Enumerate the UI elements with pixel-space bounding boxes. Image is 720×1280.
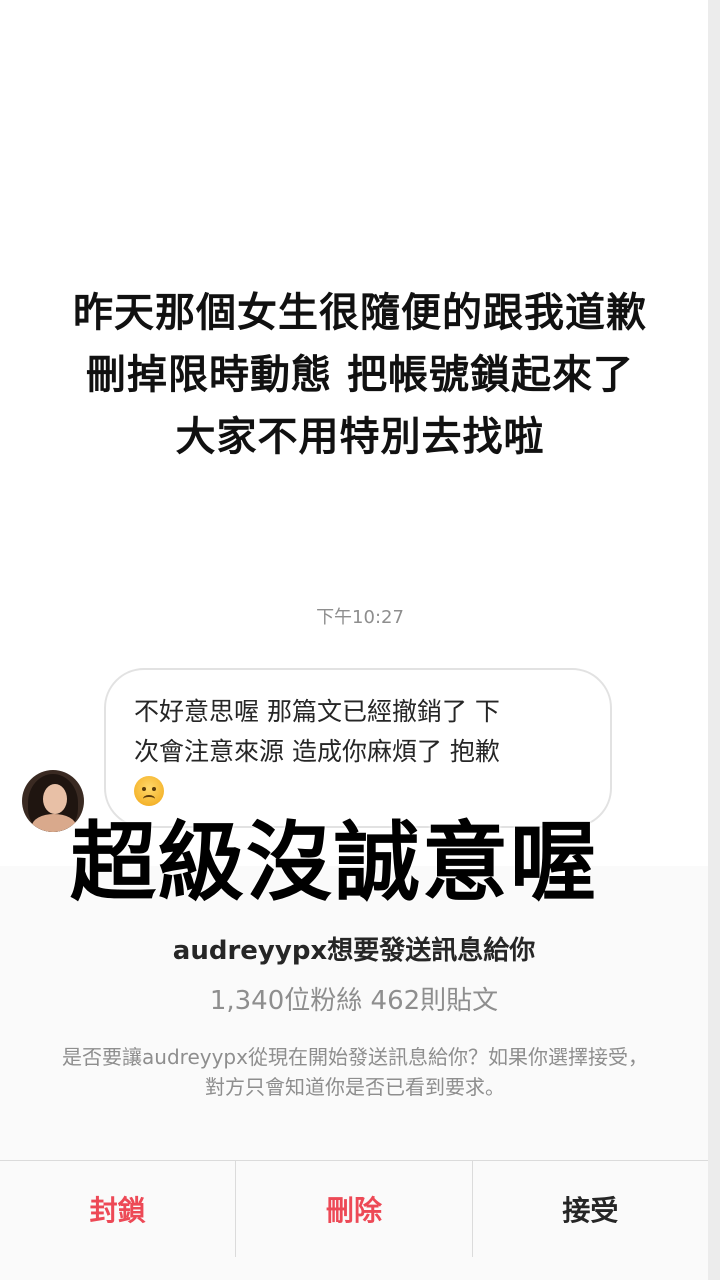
message-bubble[interactable]: 不好意思喔 那篇文已經撤銷了 下 次會注意來源 造成你麻煩了 抱歉: [104, 668, 612, 828]
sad-sweat-face-emoji-icon: [134, 776, 164, 806]
screen-edge: [708, 0, 720, 1280]
story-caption-line: 昨天那個女生很隨便的跟我道歉: [73, 290, 647, 336]
request-info: 是否要讓audreyypx從現在開始發送訊息給你？如果你選擇接受，對方只會知道你…: [62, 1045, 648, 1099]
story-caption-line: 刪掉限時動態 把帳號鎖起來了: [86, 352, 634, 398]
request-title: audreyypx想要發送訊息給你: [172, 936, 536, 966]
block-button[interactable]: 封鎖: [0, 1161, 235, 1257]
delete-button[interactable]: 刪除: [235, 1161, 471, 1257]
accept-button[interactable]: 接受: [471, 1161, 708, 1257]
request-stats: 1,340位粉絲 462則貼文: [209, 986, 499, 1016]
message-timestamp: 下午10:27: [316, 607, 404, 628]
request-action-bar: 封鎖 刪除 接受: [0, 1160, 708, 1257]
screen: 昨天那個女生很隨便的跟我道歉 刪掉限時動態 把帳號鎖起來了 大家不用特別去找啦 …: [0, 0, 720, 1280]
story-caption-line: 大家不用特別去找啦: [175, 414, 545, 460]
overlay-caption: 超級沒誠意喔: [70, 813, 598, 913]
story-caption: 昨天那個女生很隨便的跟我道歉 刪掉限時動態 把帳號鎖起來了 大家不用特別去找啦: [0, 282, 720, 468]
message-line: 不好意思喔 那篇文已經撤銷了 下: [134, 697, 500, 726]
message-line: 次會注意來源 造成你麻煩了 抱歉: [134, 737, 500, 766]
